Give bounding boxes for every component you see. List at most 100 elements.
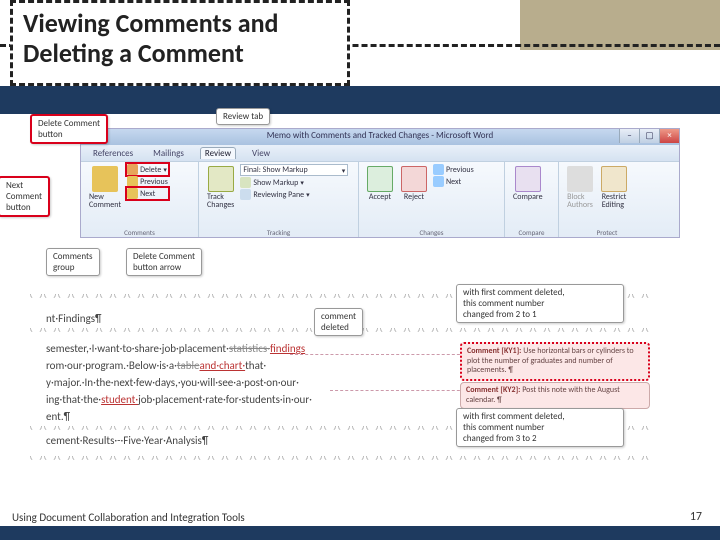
tab-mailings[interactable]: Mailings — [149, 148, 188, 159]
reject-label: Reject — [404, 193, 424, 201]
new-comment-icon — [92, 166, 118, 192]
connector-2 — [330, 390, 470, 391]
comment1-head: Comment [KY1]: — [467, 346, 521, 356]
slide-title-box: Viewing Comments and Deleting a Comment — [10, 0, 350, 86]
compare-label: Compare — [513, 193, 543, 201]
minimize-button[interactable]: – — [619, 129, 639, 143]
callout-first-deleted-3to2: with first comment deleted, this comment… — [456, 408, 624, 447]
callout-first-deleted-2to1: with first comment deleted, this comment… — [456, 284, 624, 323]
tab-review[interactable]: Review — [200, 147, 236, 159]
word-window: Memo with Comments and Tracked Changes -… — [80, 128, 680, 238]
word-title: Memo with Comments and Tracked Changes -… — [267, 130, 494, 141]
wavy-bot — [30, 456, 650, 460]
block-authors-label: Block Authors — [567, 193, 593, 209]
display-mode-label: Final: Show Markup — [243, 165, 307, 175]
footer-text: Using Document Collaboration and Integra… — [12, 511, 245, 524]
show-markup-label: Show Markup — [253, 178, 298, 188]
group-compare: Compare Compare — [505, 162, 559, 237]
previous-comment-button[interactable]: Previous — [127, 176, 168, 187]
tracking-group-label: Tracking — [199, 228, 358, 237]
doc-heading-bottom: cement·Results·-·Five·Year·Analysis¶ — [46, 434, 208, 447]
t5: ent.¶ — [46, 410, 70, 423]
next-comment-button[interactable]: Next — [127, 188, 168, 199]
block-authors-icon — [567, 166, 593, 192]
t2c: and·chart· — [200, 359, 246, 372]
doc-body-text: semester,·I·want·to·share·job·placement·… — [46, 340, 406, 425]
restrict-editing-button[interactable]: Restrict Editing — [599, 164, 629, 211]
comment2-head: Comment [KY2]: — [466, 385, 520, 395]
word-titlebar: Memo with Comments and Tracked Changes -… — [81, 129, 679, 145]
ribbon-body: New Comment Delete▾ Previous Next Commen… — [81, 161, 679, 237]
tab-view[interactable]: View — [248, 148, 274, 159]
show-markup-icon — [240, 177, 251, 188]
t2b: table — [177, 359, 200, 372]
comment-bubble-1[interactable]: Comment [KY1]: Use horizontal bars or cy… — [460, 342, 650, 381]
comment-bubble-2[interactable]: Comment [KY2]: Post this note with the A… — [460, 382, 650, 409]
chg-next-label: Next — [446, 177, 461, 187]
ribbon-tabs: References Mailings Review View — [81, 145, 679, 161]
group-changes: Accept Reject Previous Next Changes — [359, 162, 505, 237]
chg-prev-icon — [433, 164, 444, 175]
reject-icon — [401, 166, 427, 192]
accept-icon — [367, 166, 393, 192]
t1b: statistics· — [229, 342, 270, 355]
reject-button[interactable]: Reject — [399, 164, 429, 203]
new-comment-label: New Comment — [89, 193, 121, 209]
top-accent — [520, 0, 720, 50]
callout-comments-group: Comments group — [46, 248, 100, 276]
connector-1 — [290, 354, 470, 355]
protect-group-label: Protect — [559, 228, 655, 237]
maximize-button[interactable]: ▢ — [639, 129, 659, 143]
new-comment-button[interactable]: New Comment — [87, 164, 123, 211]
reviewing-pane-button[interactable]: Reviewing Pane▾ — [240, 189, 348, 200]
previous-icon — [127, 176, 138, 187]
track-changes-button[interactable]: Track Changes — [205, 164, 236, 211]
group-protect: Block Authors Restrict Editing Protect — [559, 162, 655, 237]
slide-title: Viewing Comments and Deleting a Comment — [23, 9, 337, 69]
show-markup-button[interactable]: Show Markup▾ — [240, 177, 348, 188]
chg-prev-label: Previous — [446, 165, 474, 175]
accept-label: Accept — [369, 193, 391, 201]
footer-bar — [0, 526, 720, 540]
reviewing-pane-label: Reviewing Pane — [253, 190, 304, 200]
t1a: semester,·I·want·to·share·job·placement· — [46, 342, 229, 355]
compare-button[interactable]: Compare — [511, 164, 545, 203]
track-changes-icon — [208, 166, 234, 192]
t4c: job·placement·rate·for·students·in·our· — [138, 393, 312, 406]
callout-delete-comment-button: Delete Comment button — [30, 114, 108, 144]
t4b: student· — [101, 393, 138, 406]
changes-previous-button[interactable]: Previous — [433, 164, 474, 175]
blue-band — [0, 86, 720, 114]
delete-label: Delete — [140, 165, 161, 175]
callout-comment-deleted: comment deleted — [314, 308, 363, 336]
window-buttons: – ▢ × — [619, 129, 679, 143]
block-authors-button[interactable]: Block Authors — [565, 164, 595, 211]
t4a: ing·that·the· — [46, 393, 101, 406]
compare-group-label: Compare — [505, 228, 558, 237]
delete-comment-button[interactable]: Delete▾ — [127, 164, 168, 175]
changes-next-button[interactable]: Next — [433, 176, 474, 187]
accept-button[interactable]: Accept — [365, 164, 395, 203]
display-mode-dropdown[interactable]: Final: Show Markup▾ — [240, 164, 348, 176]
delete-icon — [127, 164, 138, 175]
callout-delete-comment-button-arrow: Delete Comment button arrow — [126, 248, 202, 276]
next-icon — [127, 188, 138, 199]
close-button[interactable]: × — [659, 129, 679, 143]
t2a: rom·our·program.·Below·is·a· — [46, 359, 177, 372]
t3: y·major.·In·the·next·few·days,·you·will·… — [46, 376, 299, 389]
reviewing-pane-icon — [240, 189, 251, 200]
doc-heading-top: nt·Findings¶ — [46, 312, 102, 325]
next-label: Next — [140, 189, 155, 199]
group-comments: New Comment Delete▾ Previous Next Commen… — [81, 162, 199, 237]
footer: Using Document Collaboration and Integra… — [0, 500, 720, 540]
restrict-editing-icon — [601, 166, 627, 192]
previous-label: Previous — [140, 177, 168, 187]
group-tracking: Track Changes Final: Show Markup▾ Show M… — [199, 162, 359, 237]
changes-group-label: Changes — [359, 228, 504, 237]
callout-review-tab: Review tab — [216, 108, 270, 125]
compare-icon — [515, 166, 541, 192]
content-area: Delete Comment button Review tab Next Co… — [0, 114, 720, 500]
track-changes-label: Track Changes — [207, 193, 234, 209]
callout-next-comment-button: Next Comment button — [0, 176, 50, 217]
tab-references[interactable]: References — [89, 148, 137, 159]
